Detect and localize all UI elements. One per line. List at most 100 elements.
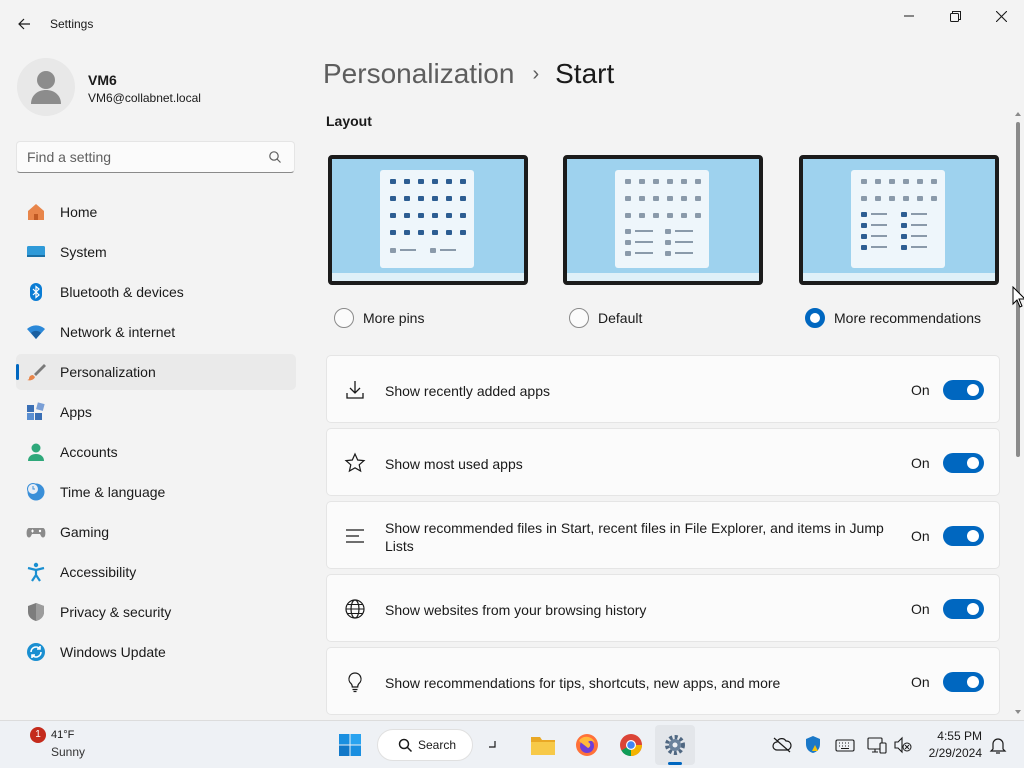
setting-recommended-files: Show recommended files in Start, recent … xyxy=(326,501,1000,569)
chrome-button[interactable] xyxy=(611,725,651,765)
scroll-up-arrow-icon[interactable] xyxy=(1014,110,1022,118)
weather-widget[interactable]: 1 41°F Sunny xyxy=(28,727,108,763)
settings-taskbar-button[interactable] xyxy=(655,725,695,765)
active-app-indicator xyxy=(668,762,682,765)
bluetooth-icon xyxy=(30,283,42,301)
default-grid xyxy=(625,179,701,256)
system-icon xyxy=(27,246,45,257)
network-display-icon[interactable] xyxy=(867,735,887,755)
layout-section-title: Layout xyxy=(326,113,372,129)
shield-icon xyxy=(28,603,44,621)
sidebar-item-label: Accessibility xyxy=(60,564,137,580)
close-button[interactable] xyxy=(978,0,1024,32)
minimize-button[interactable] xyxy=(886,0,932,32)
onedrive-offline-icon[interactable] xyxy=(772,735,792,755)
folder-icon xyxy=(531,737,555,755)
home-icon xyxy=(28,204,44,220)
sidebar-item-home[interactable]: Home xyxy=(16,194,296,230)
toggle-state-label: On xyxy=(911,601,930,617)
sidebar-item-label: Bluetooth & devices xyxy=(60,284,184,300)
sidebar-item-label: Windows Update xyxy=(60,644,166,660)
sidebar-nav: Home System Bluetooth & devices Network … xyxy=(16,194,296,674)
windows-logo-icon xyxy=(339,734,361,756)
weather-temperature: 41°F xyxy=(51,729,75,741)
sidebar-item-privacy-security[interactable]: Privacy & security xyxy=(16,594,296,630)
firefox-button[interactable] xyxy=(567,725,607,765)
radio-button-selected[interactable] xyxy=(805,308,825,328)
title-bar: Settings xyxy=(0,0,1024,48)
clock-time[interactable]: 4:55 PM xyxy=(930,729,982,743)
page-title: Start xyxy=(555,58,615,89)
start-menu-preview xyxy=(851,170,945,268)
accounts-icon xyxy=(28,443,44,461)
star-icon xyxy=(344,452,366,473)
sidebar-item-time-language[interactable]: Time & language xyxy=(16,474,296,510)
volume-muted-icon[interactable] xyxy=(893,735,913,755)
weather-notification-badge: 1 xyxy=(30,727,46,743)
sidebar-item-system[interactable]: System xyxy=(16,234,296,270)
layout-preview-default[interactable] xyxy=(563,155,763,285)
sidebar-item-label: System xyxy=(60,244,107,260)
task-view-button[interactable] xyxy=(474,725,510,765)
sidebar-item-accounts[interactable]: Accounts xyxy=(16,434,296,470)
radio-button[interactable] xyxy=(334,308,354,328)
toggle-switch[interactable] xyxy=(943,380,984,400)
file-explorer-button[interactable] xyxy=(523,725,563,765)
restore-icon xyxy=(949,10,961,22)
sidebar-item-label: Apps xyxy=(60,404,92,420)
brush-icon xyxy=(27,364,46,381)
update-icon xyxy=(27,643,45,661)
sidebar-item-personalization[interactable]: Personalization xyxy=(16,354,296,390)
notification-bell-icon[interactable] xyxy=(988,735,1008,755)
setting-label: Show websites from your browsing history xyxy=(385,602,647,618)
layout-option-more-pins[interactable]: More pins xyxy=(334,308,424,328)
setting-label: Show recommended files in Start, recent … xyxy=(385,520,884,554)
radio-button[interactable] xyxy=(569,308,589,328)
toggle-switch[interactable] xyxy=(943,599,984,619)
setting-label: Show recommendations for tips, shortcuts… xyxy=(385,675,781,691)
setting-label: Show most used apps xyxy=(385,456,523,472)
sidebar-item-apps[interactable]: Apps xyxy=(16,394,296,430)
layout-preview-more-pins[interactable] xyxy=(328,155,528,285)
layout-option-default[interactable]: Default xyxy=(569,308,642,328)
restore-button[interactable] xyxy=(932,0,978,32)
search-input[interactable] xyxy=(27,148,267,166)
toggle-switch[interactable] xyxy=(943,672,984,692)
setting-browsing-history: Show websites from your browsing history… xyxy=(326,574,1000,642)
toggle-state-label: On xyxy=(911,382,930,398)
gear-icon xyxy=(665,735,685,755)
back-button[interactable] xyxy=(10,10,38,38)
toggle-state-label: On xyxy=(911,455,930,471)
sidebar-item-bluetooth[interactable]: Bluetooth & devices xyxy=(16,274,296,310)
sidebar-item-label: Time & language xyxy=(60,484,166,500)
avatar[interactable] xyxy=(17,58,75,116)
toggle-switch[interactable] xyxy=(943,453,984,473)
sidebar-item-accessibility[interactable]: Accessibility xyxy=(16,554,296,590)
sidebar-item-windows-update[interactable]: Windows Update xyxy=(16,634,296,670)
taskbar-search[interactable]: Search xyxy=(377,729,473,761)
layout-option-more-recommendations[interactable]: More recommendations xyxy=(805,308,981,328)
breadcrumb-separator: › xyxy=(532,62,540,85)
scroll-down-arrow-icon[interactable] xyxy=(1014,708,1022,716)
keyboard-icon[interactable] xyxy=(835,735,855,755)
toggle-switch[interactable] xyxy=(943,526,984,546)
scrollbar[interactable] xyxy=(1012,108,1024,720)
breadcrumb-parent[interactable]: Personalization xyxy=(323,58,514,90)
radio-label: More recommendations xyxy=(834,310,982,326)
toggle-state-label: On xyxy=(911,528,930,544)
layout-preview-more-recommendations[interactable] xyxy=(799,155,999,285)
user-silhouette-icon xyxy=(31,71,61,104)
app-title: Settings xyxy=(50,17,94,31)
sidebar-item-gaming[interactable]: Gaming xyxy=(16,514,296,550)
sidebar-item-network[interactable]: Network & internet xyxy=(16,314,296,350)
setting-tips-recommendations: Show recommendations for tips, shortcuts… xyxy=(326,647,1000,715)
search-box[interactable] xyxy=(16,141,295,173)
start-button[interactable] xyxy=(330,725,370,765)
clock-date[interactable]: 2/29/2024 xyxy=(918,746,982,760)
sidebar-item-label: Gaming xyxy=(60,524,110,540)
security-warning-icon[interactable] xyxy=(803,735,823,755)
sidebar-item-label: Personalization xyxy=(60,364,156,380)
clock-globe-icon xyxy=(27,483,45,501)
accessibility-icon xyxy=(27,562,45,582)
taskbar-search-label: Search xyxy=(418,738,457,752)
